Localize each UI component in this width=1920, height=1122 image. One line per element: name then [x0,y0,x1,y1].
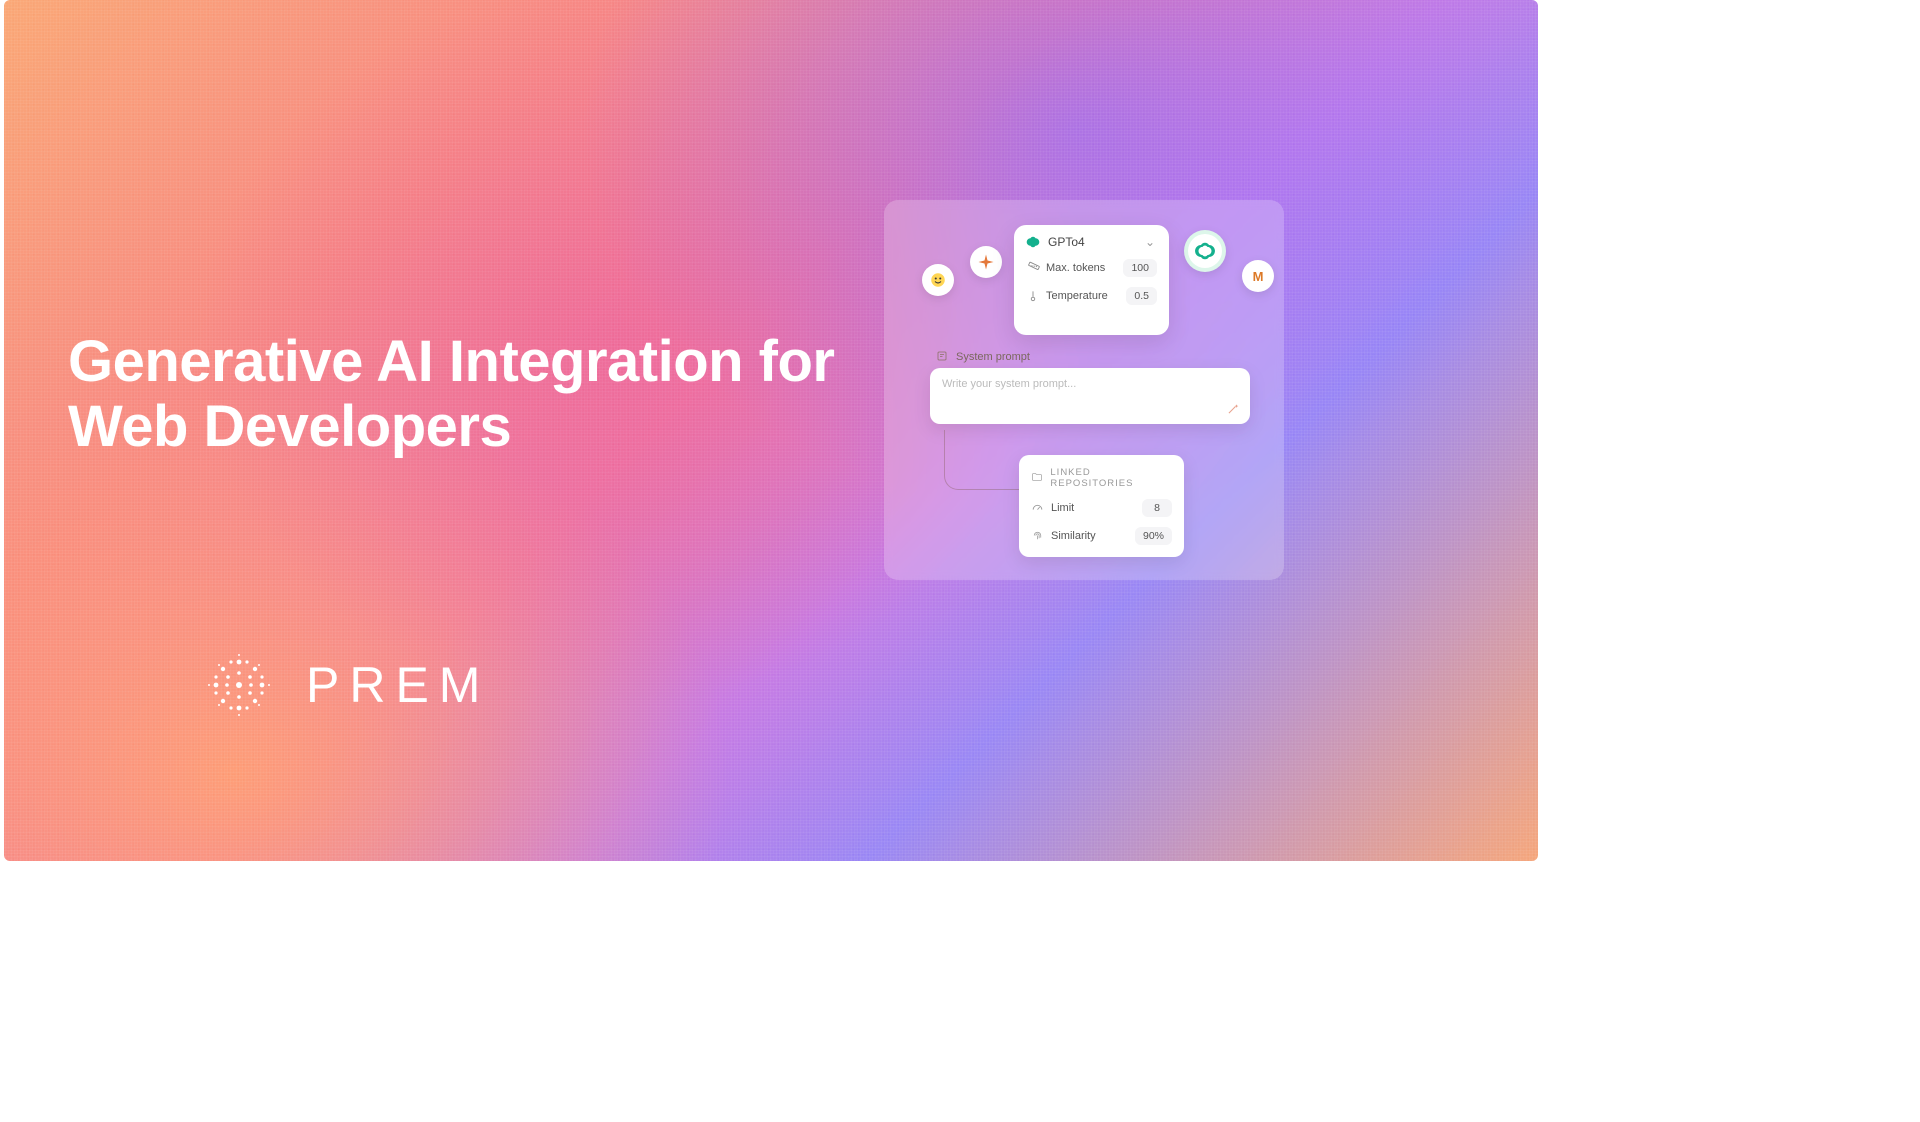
limit-label: Limit [1051,502,1136,514]
brand-lockup: PREM [204,650,490,720]
limit-value[interactable]: 8 [1142,499,1172,517]
hero-banner: Generative AI Integration for Web Develo… [4,0,1538,861]
system-prompt-placeholder: Write your system prompt... [942,378,1076,390]
headline-line-2: Web Developers [68,395,835,460]
headline: Generative AI Integration for Web Develo… [68,330,835,460]
provider-bubble-hf[interactable] [922,264,954,296]
model-selector-card: GPTo4 ⌄ Max. tokens 100 Temperature 0.5 [1014,225,1169,335]
fingerprint-icon [1031,529,1045,543]
system-prompt-label-text: System prompt [956,351,1030,363]
linked-repos-title: LINKED REPOSITORIES [1031,467,1172,489]
note-icon [936,350,950,364]
system-prompt-input[interactable]: Write your system prompt... [930,368,1250,424]
provider-bubble-mistral[interactable]: M [1242,260,1274,292]
provider-bubble-openai[interactable] [1184,230,1226,272]
linked-repos-title-text: LINKED REPOSITORIES [1050,467,1172,489]
system-prompt-label: System prompt [936,350,1030,364]
model-select[interactable]: GPTo4 ⌄ [1026,235,1157,249]
similarity-value[interactable]: 90% [1135,527,1172,545]
similarity-label: Similarity [1051,530,1129,542]
ruler-icon [1026,261,1040,275]
headline-line-1: Generative AI Integration for [68,330,835,395]
chevron-down-icon: ⌄ [1145,235,1155,249]
param-temperature: Temperature 0.5 [1026,287,1157,305]
param-similarity: Similarity 90% [1031,527,1172,545]
magic-wand-icon[interactable] [1226,402,1240,416]
model-selected-label: GPTo4 [1048,235,1085,249]
brand-name: PREM [306,656,490,714]
thermometer-icon [1026,289,1040,303]
max-tokens-value[interactable]: 100 [1123,259,1157,277]
prem-logo-icon [204,650,274,720]
connector-line [944,430,1024,490]
param-limit: Limit 8 [1031,499,1172,517]
gauge-icon [1031,501,1045,515]
max-tokens-label: Max. tokens [1046,262,1117,274]
temperature-label: Temperature [1046,290,1120,302]
temperature-value[interactable]: 0.5 [1126,287,1157,305]
param-max-tokens: Max. tokens 100 [1026,259,1157,277]
folder-icon [1031,471,1044,485]
mistral-glyph: M [1253,269,1264,284]
provider-bubble-spark[interactable] [970,246,1002,278]
linked-repositories-card: LINKED REPOSITORIES Limit 8 Similarity 9… [1019,455,1184,557]
config-panel: M GPTo4 ⌄ Max. tokens 100 T [884,200,1284,580]
openai-icon [1026,235,1040,249]
